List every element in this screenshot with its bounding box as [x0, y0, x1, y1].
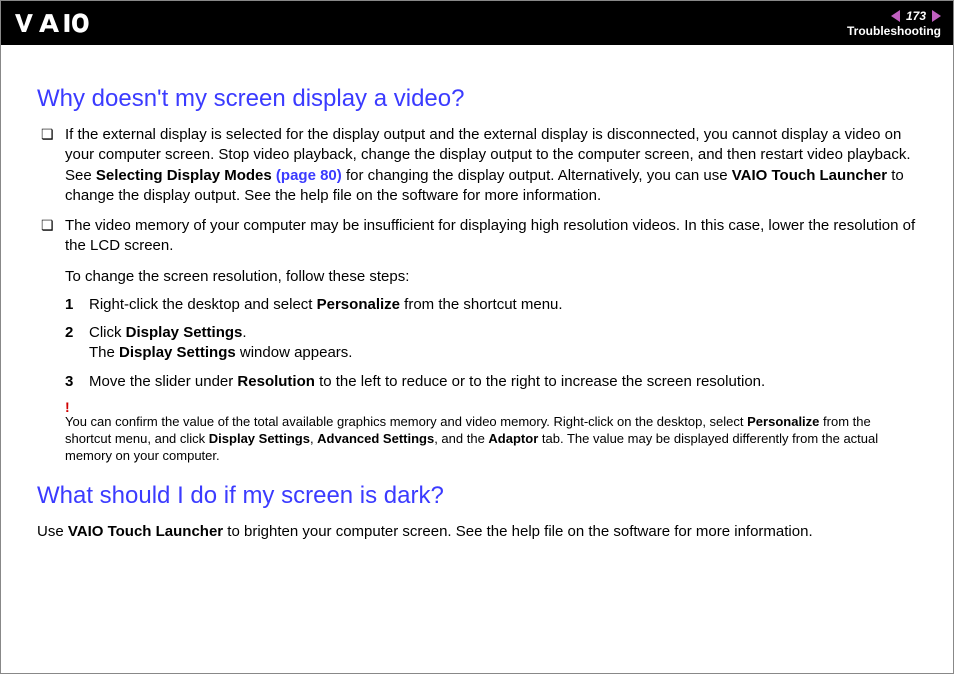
text: window appears.	[236, 344, 353, 361]
bold-text: Display Settings	[209, 431, 310, 446]
paragraph: Use VAIO Touch Launcher to brighten your…	[37, 522, 917, 542]
text: .	[242, 324, 246, 341]
bold-text: Selecting Display Modes	[96, 167, 276, 184]
step-number: 3	[65, 372, 73, 392]
text: to brighten your computer screen. See th…	[223, 523, 812, 540]
step-item: 1 Right-click the desktop and select Per…	[65, 295, 917, 315]
prev-page-icon[interactable]	[891, 10, 900, 22]
steps-list: 1 Right-click the desktop and select Per…	[65, 295, 917, 392]
bold-text: Advanced Settings	[317, 431, 434, 446]
steps-intro: To change the screen resolution, follow …	[65, 267, 917, 287]
bold-text: Personalize	[317, 296, 400, 313]
header-meta: 173 Troubleshooting	[847, 9, 941, 38]
page-nav: 173	[891, 9, 941, 23]
warning-icon: !	[65, 400, 917, 414]
bold-text: Display Settings	[126, 324, 243, 341]
bold-text: Display Settings	[119, 344, 236, 361]
bullet-list: If the external display is selected for …	[37, 125, 917, 257]
heading-dark: What should I do if my screen is dark?	[37, 482, 917, 510]
step-item: 3 Move the slider under Resolution to th…	[65, 372, 917, 392]
text: , and the	[434, 431, 488, 446]
bold-text: VAIO Touch Launcher	[68, 523, 223, 540]
text: Right-click the desktop and select	[89, 296, 317, 313]
section-label: Troubleshooting	[847, 24, 941, 38]
bold-text: VAIO Touch Launcher	[732, 167, 887, 184]
step-item: 2 Click Display Settings. The Display Se…	[65, 323, 917, 364]
bullet-item: The video memory of your computer may be…	[37, 216, 917, 257]
next-page-icon[interactable]	[932, 10, 941, 22]
text: Use	[37, 523, 68, 540]
text: The	[89, 344, 119, 361]
text: Click	[89, 324, 126, 341]
text: You can confirm the value of the total a…	[65, 414, 747, 429]
text: The video memory of your computer may be…	[65, 217, 915, 254]
text: from the shortcut menu.	[400, 296, 563, 313]
bullet-item: If the external display is selected for …	[37, 125, 917, 206]
page-link[interactable]: (page 80)	[276, 167, 342, 184]
bold-text: Personalize	[747, 414, 819, 429]
page-number: 173	[902, 9, 930, 23]
note-block: ! You can confirm the value of the total…	[65, 400, 917, 465]
heading-video: Why doesn't my screen display a video?	[37, 85, 917, 113]
text: to the left to reduce or to the right to…	[315, 373, 765, 390]
step-number: 2	[65, 323, 73, 343]
text: Move the slider under	[89, 373, 237, 390]
step-number: 1	[65, 295, 73, 315]
text: for changing the display output. Alterna…	[342, 167, 732, 184]
manual-page: 173 Troubleshooting Why doesn't my scree…	[0, 0, 954, 674]
note-text: You can confirm the value of the total a…	[65, 414, 917, 465]
bold-text: Resolution	[237, 373, 315, 390]
vaio-logo	[15, 12, 125, 34]
page-content: Why doesn't my screen display a video? I…	[1, 45, 953, 543]
page-header: 173 Troubleshooting	[1, 1, 953, 45]
bold-text: Adaptor	[488, 431, 538, 446]
